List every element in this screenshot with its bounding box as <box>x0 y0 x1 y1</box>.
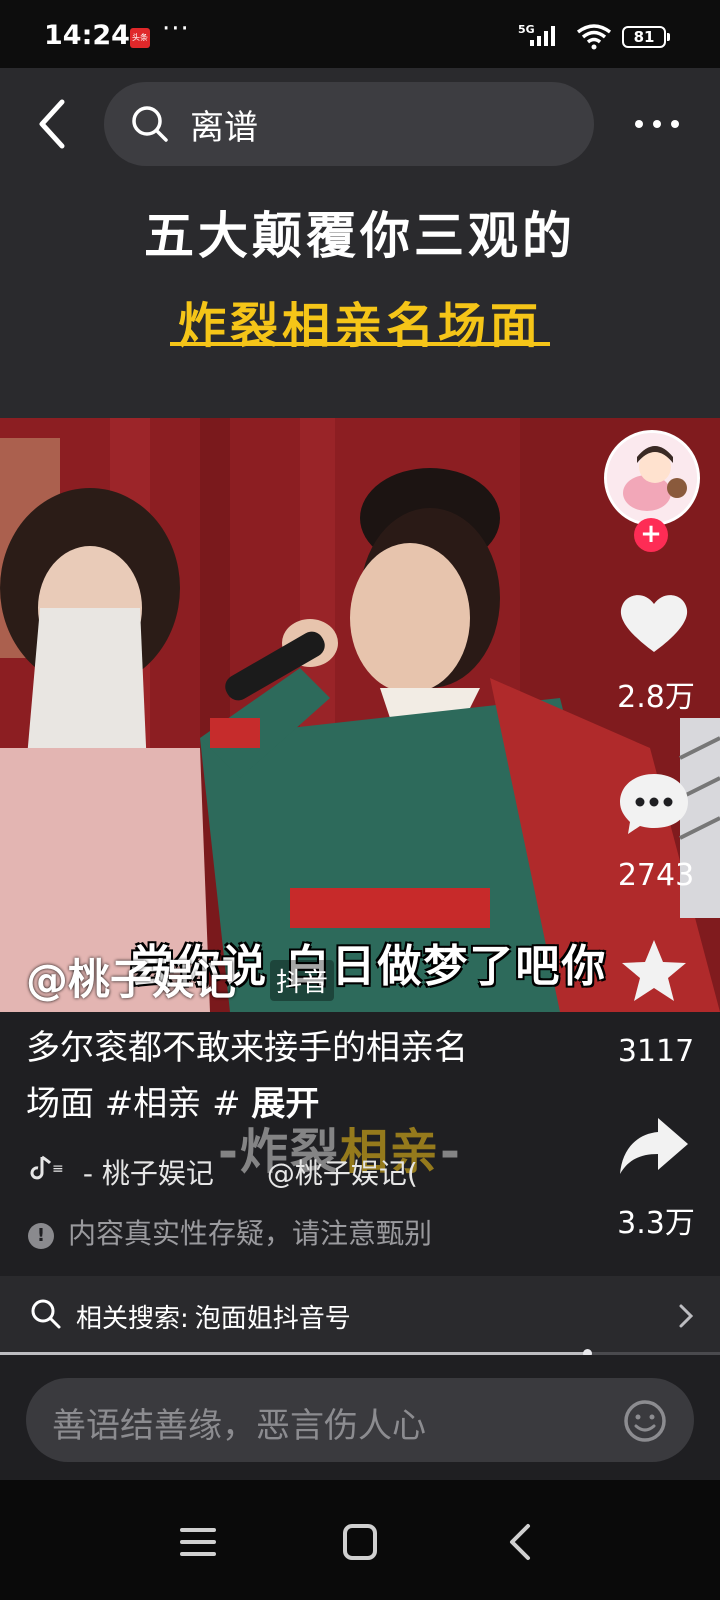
comment-placeholder[interactable]: 善语结善缘，恶言伤人心 <box>52 1398 426 1447</box>
follow-button[interactable]: + <box>634 518 668 552</box>
favorite-count: 3117 <box>617 1034 695 1069</box>
star-icon[interactable] <box>614 936 694 1006</box>
heart-icon[interactable] <box>614 588 694 658</box>
comment-icon[interactable] <box>614 768 694 838</box>
watermark-platform: 抖音 <box>270 960 335 1001</box>
description-text: 多尔衮都不敢来接手的相亲名场面 #相亲 # <box>26 1028 468 1124</box>
signal-icon: 5G <box>518 23 555 46</box>
avatar-illustration <box>607 433 697 523</box>
music-author: - 桃子娱记 <box>82 1157 214 1190</box>
banner-underline <box>170 342 550 346</box>
content-warning: ! 内容真实性存疑，请注意甄别 <box>28 1212 432 1252</box>
status-bar: 14:24 头条 ··· 5G 81 <box>0 0 720 68</box>
author-avatar[interactable] <box>604 430 700 526</box>
battery-indicator: 81 <box>622 26 670 48</box>
related-search-query: 泡面姐抖音号 <box>194 1304 351 1334</box>
status-time: 14:24 <box>44 20 130 51</box>
more-icon[interactable] <box>632 104 682 144</box>
banner-title: 五大颠覆你三观的 <box>144 207 576 265</box>
related-search-icon <box>31 1299 61 1329</box>
home-icon[interactable] <box>330 1520 390 1564</box>
news-app-icon: 头条 <box>130 28 150 48</box>
share-icon[interactable] <box>614 1112 694 1182</box>
overlay-right: - <box>439 1124 462 1180</box>
related-search-text[interactable]: 相关搜索: 泡面姐抖音号 <box>76 1298 351 1335</box>
warning-icon: ! <box>28 1223 54 1249</box>
comment-count: 2743 <box>617 858 695 893</box>
video-watermark: @桃子娱记 <box>26 955 237 1004</box>
chevron-right-icon <box>679 1304 694 1328</box>
back-icon[interactable] <box>30 96 74 152</box>
share-count: 3.3万 <box>617 1206 695 1241</box>
warning-text: 内容真实性存疑，请注意甄别 <box>68 1217 433 1250</box>
search-input[interactable] <box>104 82 594 166</box>
menu-icon[interactable] <box>168 1520 228 1564</box>
music-icon: ≡ <box>30 1155 64 1180</box>
like-count: 2.8万 <box>617 680 695 715</box>
search-icon <box>132 106 168 142</box>
music-row[interactable]: ≡ - 桃子娱记 @桃子娱记( <box>28 1152 418 1192</box>
svg-text:5G: 5G <box>518 23 535 36</box>
svg-text:≡: ≡ <box>52 1161 64 1177</box>
search-query[interactable]: 离谱 <box>190 100 258 149</box>
notification-dots: ··· <box>162 14 190 44</box>
back-nav-icon[interactable] <box>492 1520 552 1564</box>
emoji-icon[interactable] <box>622 1398 668 1444</box>
music-handle: @桃子娱记( <box>266 1157 418 1190</box>
related-search-label: 相关搜索: <box>76 1304 189 1334</box>
wifi-icon <box>576 24 612 50</box>
